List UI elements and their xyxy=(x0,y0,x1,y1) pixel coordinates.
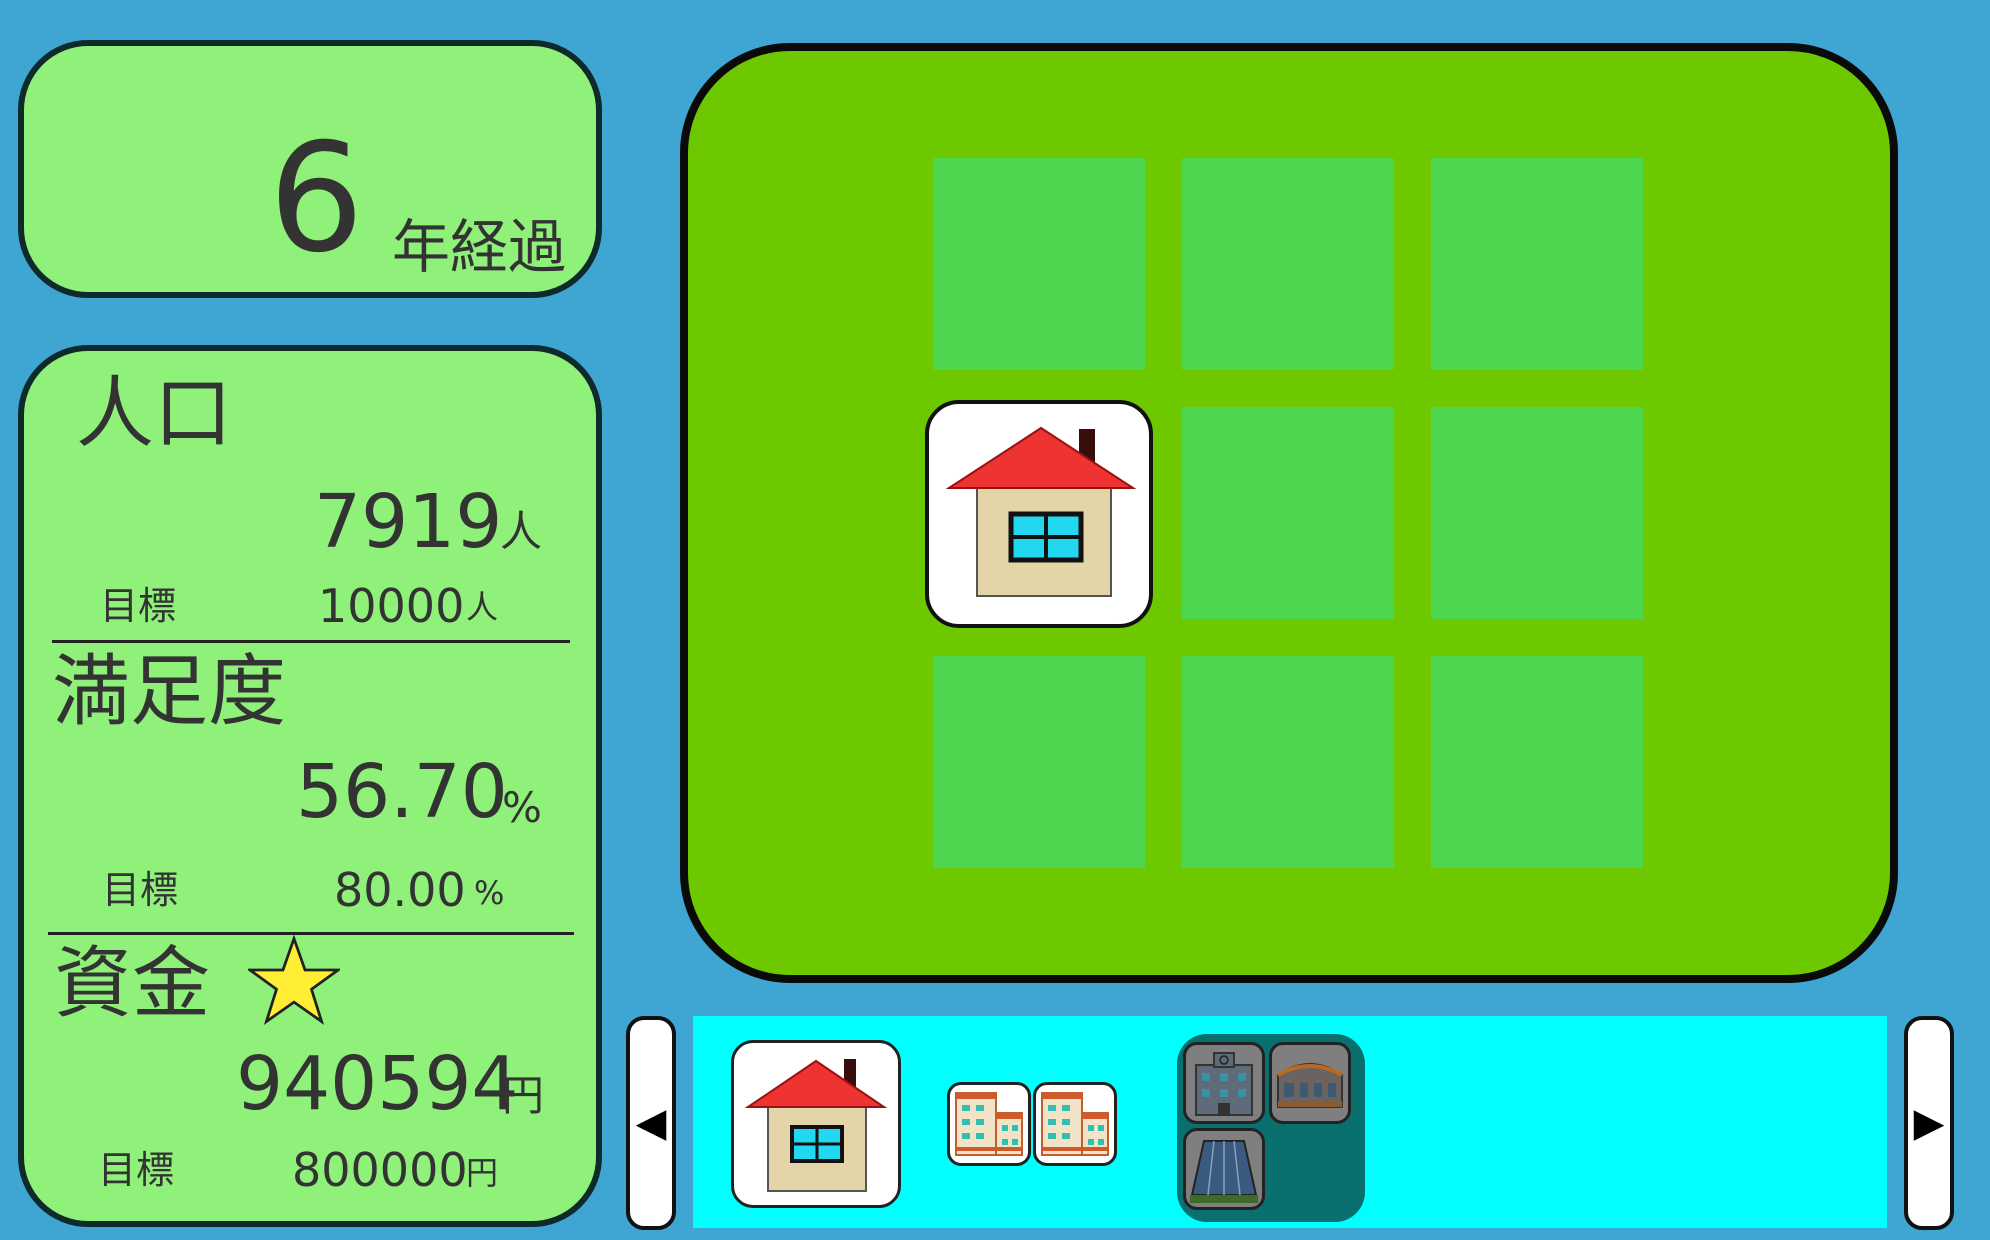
year-count: 6 xyxy=(268,112,364,286)
tray-scroll-right-button[interactable]: ▶ xyxy=(1904,1016,1954,1230)
satisfaction-goal-label: 目標 xyxy=(102,868,179,912)
map-tile-empty[interactable] xyxy=(1431,656,1643,868)
house-icon xyxy=(744,1059,888,1192)
funds-value: 940594 xyxy=(236,1041,519,1127)
map-tile-empty[interactable] xyxy=(1182,407,1394,619)
population-goal-unit: 人 xyxy=(466,588,499,626)
funds-label: 資金 xyxy=(54,939,211,1029)
city-map xyxy=(680,43,1898,983)
funds-goal-unit: 円 xyxy=(466,1154,499,1192)
map-tile-empty[interactable] xyxy=(1431,407,1643,619)
office-building-icon xyxy=(1195,1052,1253,1116)
map-tile-empty[interactable] xyxy=(1182,158,1394,370)
map-tile-empty[interactable] xyxy=(933,158,1145,370)
population-goal-value: 10000 xyxy=(318,579,465,633)
house-icon xyxy=(945,426,1137,597)
apartment-icon xyxy=(1041,1092,1109,1156)
population-label: 人口 xyxy=(76,369,233,459)
locked-building-group xyxy=(1177,1034,1365,1222)
tray-scroll-left-button[interactable]: ◀ xyxy=(626,1016,676,1230)
building-tray xyxy=(693,1016,1887,1228)
satisfaction-value: 56.70 xyxy=(296,749,508,835)
funds-unit: 円 xyxy=(502,1071,545,1120)
build-school-button[interactable] xyxy=(1269,1042,1351,1124)
satisfaction-label: 満足度 xyxy=(52,647,287,737)
stats-panel: 人口 7919 人 目標 10000 人 満足度 56.70 % 目標 80.0… xyxy=(18,345,602,1227)
population-unit: 人 xyxy=(500,507,543,556)
funds-goal-label: 目標 xyxy=(98,1148,175,1192)
school-building-icon xyxy=(1277,1063,1343,1108)
year-unit: 年経過 xyxy=(392,213,567,281)
build-apartment-button[interactable] xyxy=(1033,1082,1117,1166)
divider xyxy=(52,640,570,643)
build-solar-button[interactable] xyxy=(1183,1128,1265,1210)
apartment-icon xyxy=(955,1092,1023,1156)
build-office-button[interactable] xyxy=(1183,1042,1265,1124)
map-tile-empty[interactable] xyxy=(1431,158,1643,370)
map-tile-empty[interactable] xyxy=(933,656,1145,868)
funds-goal-value: 800000 xyxy=(292,1143,468,1197)
build-house-button[interactable] xyxy=(731,1040,901,1208)
population-goal-label: 目標 xyxy=(100,584,177,628)
satisfaction-goal-value: 80.00 xyxy=(334,863,466,917)
satisfaction-unit: % xyxy=(502,783,542,832)
solar-panel-icon xyxy=(1190,1140,1258,1203)
map-tile-house[interactable] xyxy=(925,400,1153,628)
build-apartment-button[interactable] xyxy=(947,1082,1031,1166)
star-icon xyxy=(248,935,340,1025)
satisfaction-goal-unit: % xyxy=(474,874,505,912)
year-panel: 6 年経過 xyxy=(18,40,602,298)
map-tile-empty[interactable] xyxy=(1182,656,1394,868)
population-value: 7919 xyxy=(314,479,503,565)
